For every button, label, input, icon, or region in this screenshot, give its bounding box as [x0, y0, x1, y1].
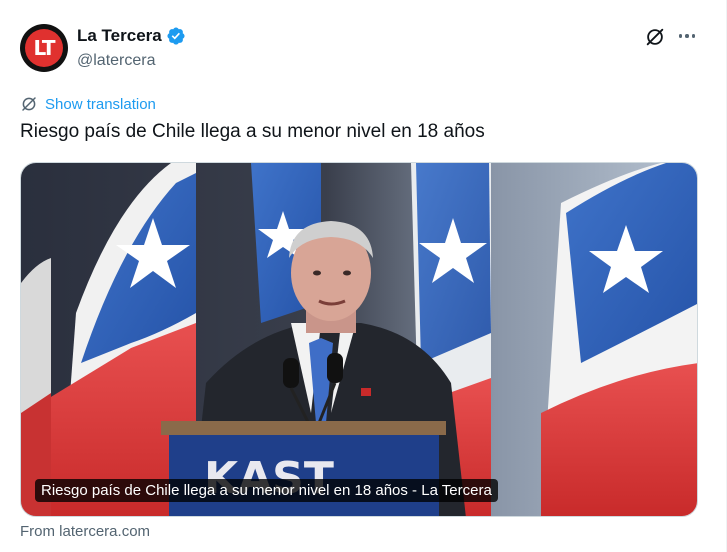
author-handle[interactable]: @latercera — [77, 52, 156, 70]
more-dot — [691, 34, 696, 38]
tweet-card: LT La Tercera @latercera Show translatio… — [0, 0, 727, 552]
translate-icon — [22, 97, 36, 111]
show-translation-label: Show translation — [45, 95, 156, 113]
link-card-image[interactable]: KAST — [20, 162, 698, 517]
link-card-caption: Riesgo país de Chile llega a su menor ni… — [35, 479, 498, 502]
tweet-text: Riesgo país de Chile llega a su menor ni… — [20, 121, 485, 142]
grok-icon[interactable] — [644, 26, 666, 48]
speaker-photo: KAST — [21, 163, 697, 516]
link-card-source[interactable]: From latercera.com — [20, 523, 150, 540]
verified-badge-icon[interactable] — [166, 26, 186, 46]
show-translation-link[interactable]: Show translation — [20, 95, 156, 113]
avatar-logo-text: LT — [33, 36, 55, 60]
avatar-logo: LT — [25, 29, 63, 67]
author-name-row: La Tercera — [77, 26, 186, 46]
more-dot — [685, 34, 689, 38]
author-display-name[interactable]: La Tercera — [77, 26, 162, 46]
avatar[interactable]: LT — [20, 24, 68, 72]
more-horizontal-icon[interactable] — [676, 24, 698, 48]
more-dot — [678, 34, 683, 38]
